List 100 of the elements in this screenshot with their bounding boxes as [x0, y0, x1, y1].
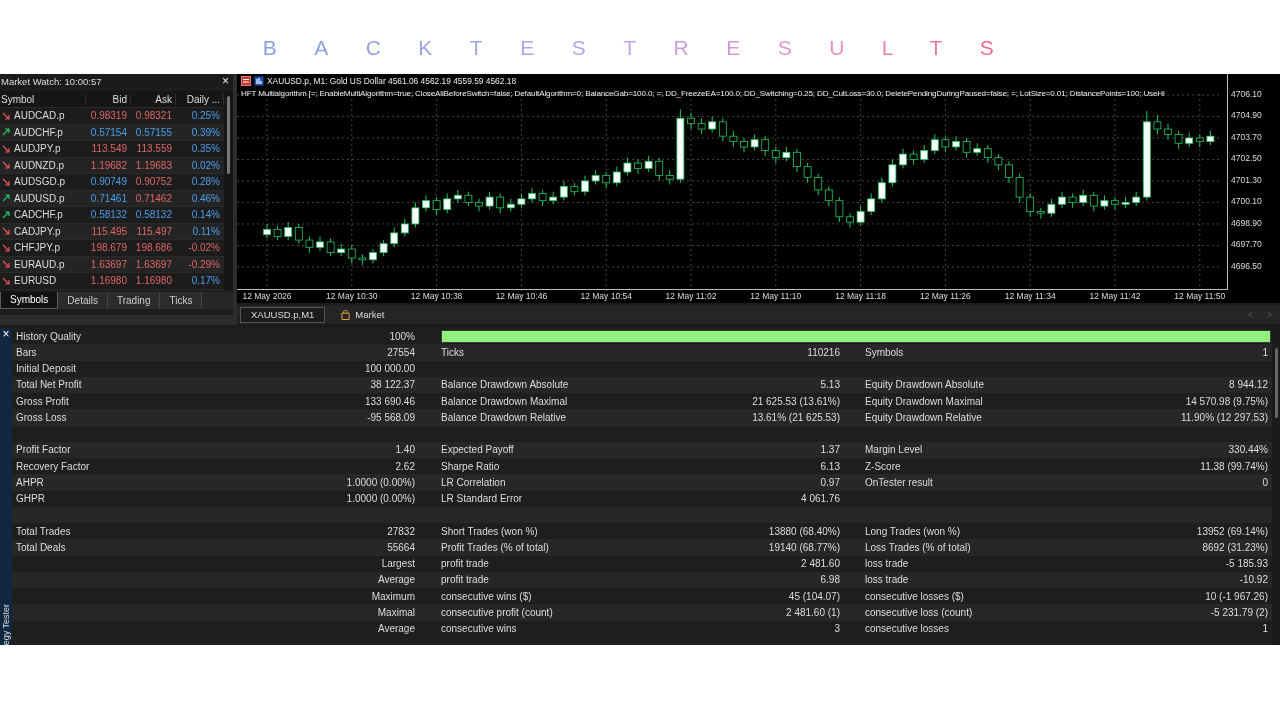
stat-label: Total Deals	[16, 541, 66, 553]
time-label: 12 May 11:26	[919, 291, 971, 301]
candle	[1185, 132, 1194, 148]
stat-label: Bars	[16, 346, 37, 358]
candle	[358, 253, 367, 266]
symbol-row[interactable]: CADCHF.p 0.58132 0.58132 0.14%	[0, 207, 224, 224]
candle	[1174, 130, 1183, 150]
daily-change: 0.35%	[190, 143, 221, 155]
candle	[687, 112, 695, 130]
column-header[interactable]: Symbol	[0, 93, 86, 105]
shopping-bag-icon	[341, 309, 351, 320]
candle	[284, 221, 293, 241]
candle	[294, 223, 303, 245]
stat-label: Total Trades	[16, 525, 71, 537]
ask-price: 0.90752	[134, 176, 173, 188]
symbol-name: AUDCAD.p	[14, 110, 65, 122]
window-icon[interactable]	[241, 76, 251, 86]
symbol-row[interactable]: AUDCAD.p 0.98319 0.98321 0.25%	[0, 108, 224, 125]
candle	[390, 227, 399, 248]
stat-label: AHPR	[16, 476, 44, 488]
bid-price: 113.549	[90, 143, 128, 155]
candle	[750, 133, 759, 151]
stat-value: 100%	[389, 330, 415, 342]
symbol-name: EURAUD.p	[14, 258, 65, 270]
scroll-left-icon[interactable]	[1248, 311, 1253, 318]
stat-value: 14 570.98 (9.75%)	[1185, 395, 1268, 407]
column-header[interactable]: Ask	[131, 93, 176, 105]
stat-value: 2 481.60	[801, 558, 840, 570]
stat-label: Symbols	[865, 346, 904, 358]
tab[interactable]: Details	[58, 291, 108, 309]
candle	[379, 239, 388, 257]
stat-value: 11.38 (99.74%)	[1200, 460, 1268, 472]
candle	[973, 142, 982, 157]
stat-value: -5 231.79 (2)	[1210, 606, 1268, 618]
candle	[994, 153, 1003, 171]
candle	[899, 148, 907, 169]
candle	[528, 187, 536, 203]
candle	[941, 135, 950, 153]
ask-price: 1.19683	[134, 159, 173, 171]
scroll-right-icon[interactable]	[1267, 311, 1272, 318]
candle	[930, 133, 939, 155]
price-label: 4702.50	[1231, 153, 1262, 164]
candle	[464, 191, 473, 207]
symbol-row[interactable]: CHFJPY.p 198.679 198.686 -0.02%	[0, 240, 224, 257]
bar-chart-icon[interactable]	[254, 76, 264, 86]
candle	[369, 248, 377, 264]
stat-label: Total Net Profit	[16, 379, 82, 391]
chart-tab[interactable]: Market	[331, 306, 395, 323]
stat-value: 0.97	[820, 476, 840, 488]
panel-title: Market Watch: 10:00:57	[1, 75, 102, 87]
candle	[909, 150, 918, 166]
price-label: 4700.10	[1231, 196, 1262, 207]
candle	[581, 175, 589, 196]
stat-value: 8 944.12	[1229, 379, 1268, 391]
chart-tab[interactable]: XAUUSD.p,M1	[240, 306, 326, 323]
candle	[305, 236, 314, 254]
candle	[1164, 123, 1172, 141]
stat-value: 100 000.00	[364, 363, 415, 375]
stat-value: 55664	[387, 541, 415, 553]
stat-label: Recovery Factor	[16, 460, 90, 472]
stat-value: Maximum	[371, 590, 415, 602]
tab[interactable]: Ticks	[160, 291, 203, 309]
candle	[644, 155, 653, 173]
bid-price: 0.57154	[89, 126, 128, 138]
daily-change: 0.02%	[190, 159, 221, 171]
ask-price: 198.686	[134, 242, 173, 254]
stat-value: 11.90% (12 297.53)	[1180, 411, 1268, 423]
candle	[400, 218, 409, 237]
close-button[interactable]: ×	[2, 328, 10, 340]
close-button[interactable]: ×	[218, 75, 233, 87]
symbol-row[interactable]: AUDSGD.p 0.90749 0.90752 0.28%	[0, 174, 224, 191]
candle	[867, 193, 876, 216]
price-label: 4701.30	[1231, 174, 1262, 185]
candle	[1206, 130, 1215, 146]
price-label: 4698.90	[1231, 217, 1262, 228]
candle	[729, 130, 738, 148]
candle	[761, 135, 770, 157]
stat-label: Long Trades (won %)	[865, 525, 961, 537]
time-label: 12 May 10:38	[410, 291, 463, 301]
bid-price: 198.679	[89, 242, 128, 254]
symbol-row[interactable]: AUDJPY.p 113.549 113.559 0.35%	[0, 141, 224, 158]
stat-label: Equity Drawdown Relative	[865, 411, 982, 423]
candle	[591, 169, 600, 186]
candle	[263, 223, 271, 239]
stat-label: LR Standard Error	[441, 493, 523, 505]
tab[interactable]: Symbols	[0, 291, 59, 309]
panel-title[interactable]: egy Tester	[1, 603, 11, 645]
candle	[1058, 191, 1066, 209]
daily-change: 0.28%	[190, 176, 221, 188]
stat-label: Equity Drawdown Absolute	[865, 379, 984, 391]
stat-label: consecutive loss (count)	[865, 606, 973, 618]
stat-value: Average	[377, 574, 415, 586]
column-header[interactable]: Bid	[86, 93, 131, 105]
candle	[782, 146, 791, 162]
time-label: 12 May 10:54	[580, 291, 632, 301]
symbol-row[interactable]: EURUSD 1.16980 1.16980 0.17%	[0, 273, 224, 290]
tab[interactable]: Trading	[107, 291, 161, 309]
stat-value: 3	[834, 623, 840, 635]
price-label: 4697.70	[1231, 239, 1262, 250]
stat-value: 38 122.37	[370, 379, 415, 391]
